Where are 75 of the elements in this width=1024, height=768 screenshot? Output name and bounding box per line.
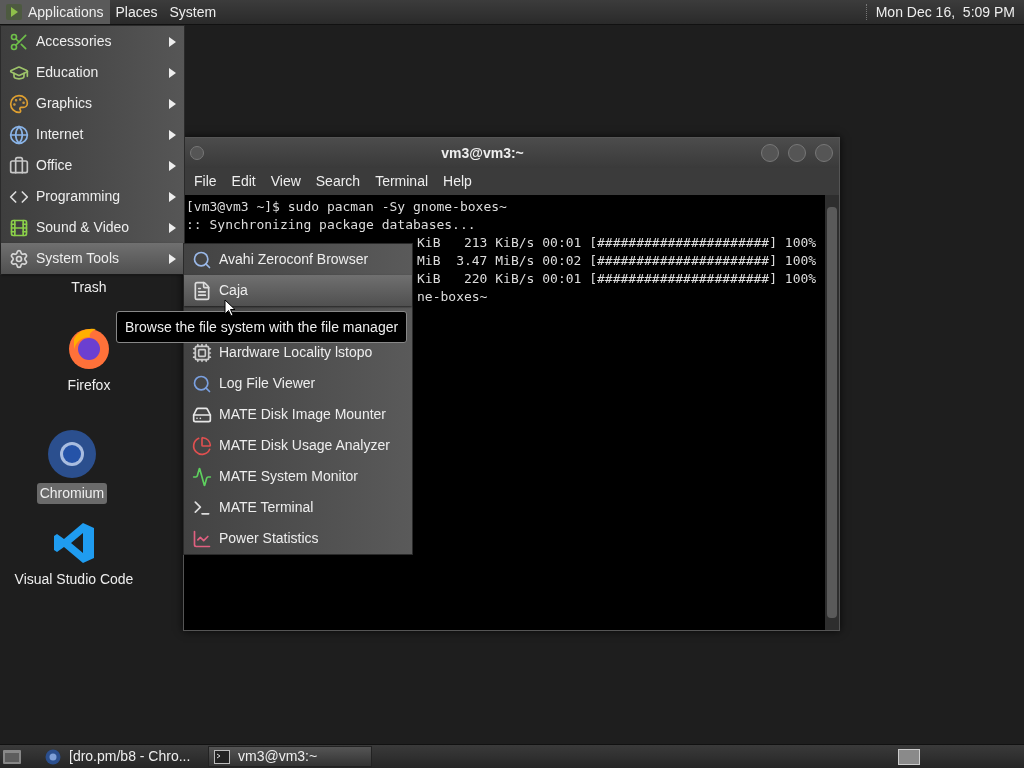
menu-item[interactable]: Caja (184, 275, 412, 306)
menu-item[interactable]: MATE Disk Image Mounter (184, 399, 412, 430)
menu-item[interactable]: Office (1, 150, 184, 181)
clock[interactable]: Mon Dec 16, 5:09 PM (875, 1, 1024, 23)
submenu-arrow-icon (169, 191, 176, 202)
document-icon (192, 280, 212, 301)
tooltip: Browse the file system with the file manager (116, 311, 408, 343)
menu-item[interactable]: MATE Disk Usage Analyzer (184, 430, 412, 461)
scissors-icon (9, 31, 29, 52)
minimize-button[interactable] (761, 144, 779, 162)
round-browser-icon (47, 429, 97, 479)
search-icon (192, 249, 212, 270)
desktop-icon-label[interactable]: Firefox (64, 375, 114, 396)
globe-icon (9, 124, 29, 145)
terminal-line: MiB 3.47 MiB/s 00:02 [######################] 100% (417, 252, 818, 270)
window-title: vm3@vm3:~ (440, 143, 525, 163)
terminal-icon (214, 749, 230, 764)
menu-bar-item[interactable]: View (264, 171, 307, 192)
menu-bar-item[interactable]: Search (309, 171, 367, 192)
menu-item[interactable]: Internet (1, 119, 184, 150)
close-button[interactable] (815, 144, 833, 162)
desktop-icon-label[interactable]: Trash (68, 277, 110, 298)
activity-icon (192, 466, 212, 487)
menu-bar-item[interactable]: Edit (225, 171, 262, 192)
window-menu-button[interactable] (190, 146, 204, 160)
pie-chart-icon (192, 435, 212, 456)
panel-menu[interactable]: Places (109, 0, 164, 24)
taskbar-button[interactable]: vm3@vm3:~ (208, 746, 372, 767)
menu-bar-item[interactable]: Terminal (369, 171, 435, 192)
workspace-switcher[interactable] (898, 748, 920, 765)
terminal-line: KiB 220 KiB/s 00:01 [######################] 100% (417, 270, 818, 288)
submenu-arrow-icon (169, 129, 176, 140)
menu-item[interactable]: Log File Viewer (184, 368, 412, 399)
show-desktop-icon[interactable] (2, 747, 22, 766)
chip-icon (192, 342, 212, 363)
mouse-pointer-icon (224, 299, 236, 317)
menu-bar-item[interactable]: File (188, 171, 223, 192)
line-chart-icon (192, 528, 212, 549)
maximize-button[interactable] (788, 144, 806, 162)
desktop-icon-label[interactable]: Visual Studio Code (11, 569, 137, 590)
film-icon (9, 217, 29, 238)
menu-item[interactable]: Graphics (1, 88, 184, 119)
menu-item[interactable]: MATE Terminal (184, 492, 412, 523)
terminal-line: :: Synchronizing package databases... (186, 216, 477, 234)
menu-bar-item[interactable]: Help (437, 171, 478, 192)
menu-item[interactable]: MATE System Monitor (184, 461, 412, 492)
gear-icon (9, 248, 29, 269)
scrollbar-thumb[interactable] (827, 207, 837, 618)
magnifier-icon (192, 373, 212, 394)
submenu-arrow-icon (169, 67, 176, 78)
menu-item[interactable]: Sound & Video (1, 212, 184, 243)
submenu-arrow-icon (169, 222, 176, 233)
terminal-line: [vm3@vm3 ~]$ sudo pacman -Sy gnome-boxes~ (186, 198, 508, 216)
menu-item[interactable]: Programming (1, 181, 184, 212)
submenu-arrow-icon (169, 160, 176, 171)
palette-icon (9, 93, 29, 114)
submenu-arrow-icon (169, 98, 176, 109)
panel-menu[interactable]: Applications (0, 0, 110, 24)
menu-item[interactable]: System Tools (1, 243, 184, 274)
desktop-icon-label[interactable]: Chromium (36, 483, 108, 504)
start-icon (6, 4, 22, 20)
scrollbar[interactable] (825, 195, 839, 630)
submenu-arrow-icon (169, 36, 176, 47)
menu-item[interactable]: Education (1, 57, 184, 88)
taskbar-button[interactable]: [dro.pm/b8 - Chro... (40, 746, 204, 767)
menu-item[interactable]: Power Statistics (184, 523, 412, 554)
briefcase-icon (9, 155, 29, 176)
submenu-arrow-icon (169, 253, 176, 264)
menu-item[interactable]: Accessories (1, 26, 184, 57)
round-browser-icon (45, 748, 61, 765)
menu-item[interactable]: Avahi Zeroconf Browser (184, 244, 412, 275)
terminal-line: ne-boxes~ (417, 288, 489, 306)
terminal-line: KiB 213 KiB/s 00:01 [######################] 100% (417, 234, 818, 252)
code-editor-icon (52, 521, 96, 565)
panel-menu[interactable]: System (163, 0, 223, 24)
